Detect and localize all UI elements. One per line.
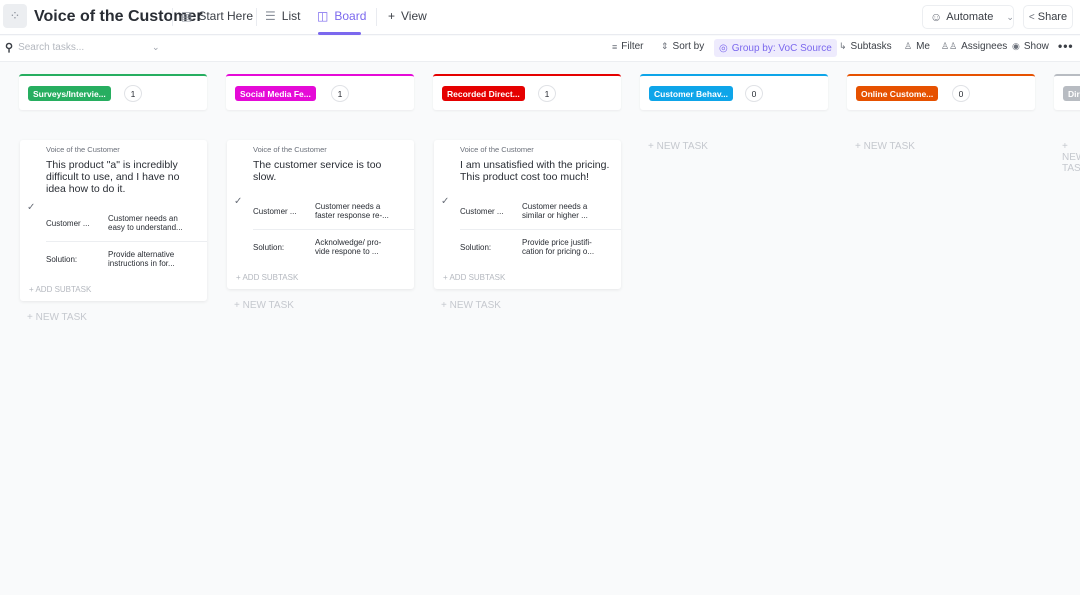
show-button[interactable]: ◉ Show: [1012, 41, 1049, 52]
share-icon: <: [1028, 11, 1035, 23]
eye-icon: ◉: [1012, 41, 1020, 51]
add-subtask-button[interactable]: + ADD SUBTASK: [236, 273, 298, 282]
custom-field-solution[interactable]: Solution: Provide alternative instructio…: [46, 250, 207, 286]
check-icon[interactable]: ✓: [27, 202, 35, 213]
subtasks-icon: ↳: [839, 41, 847, 51]
status-pill: Social Media Fe...: [235, 86, 316, 101]
add-view-button[interactable]: + View: [388, 9, 427, 23]
search-box[interactable]: ⚲ ⌄: [5, 41, 160, 54]
column-header[interactable]: Social Media Fe... 1: [226, 74, 414, 110]
task-count: 0: [745, 85, 763, 102]
divider: [376, 8, 377, 26]
add-subtask-button[interactable]: + ADD SUBTASK: [443, 273, 505, 282]
top-bar: ⁘ Voice of the Customer ▤ Start Here ☰ L…: [0, 0, 1080, 35]
check-icon[interactable]: ✓: [234, 196, 242, 207]
task-card[interactable]: Voice of the Customer This product "a" i…: [20, 140, 207, 301]
new-task-button[interactable]: + NEW TASK: [855, 141, 915, 152]
new-task-button[interactable]: + NEW TASK: [27, 312, 87, 323]
sort-icon: ⇕: [661, 41, 669, 51]
board-icon: ◫: [317, 9, 329, 23]
chevron-down-icon[interactable]: ⌄: [152, 42, 160, 53]
search-icon: ⚲: [5, 42, 14, 54]
column-header[interactable]: Dir: [1054, 74, 1080, 110]
page-title: Voice of the Customer: [34, 8, 203, 25]
divider: [460, 229, 621, 230]
column-header[interactable]: Recorded Direct... 1: [433, 74, 621, 110]
task-count: 1: [124, 85, 142, 102]
toolbar: ⚲ ⌄ ≡ Filter ⇕ Sort by ◎ Group by: VoC S…: [0, 36, 1080, 62]
divider: [172, 8, 173, 26]
users-icon: ♙♙: [941, 41, 958, 51]
new-task-button[interactable]: + NEW TASK: [234, 300, 294, 311]
automate-button[interactable]: ☺ Automate ⌄: [922, 5, 1014, 29]
doc-icon: ▤: [181, 9, 193, 23]
list-status-icon[interactable]: ⁘: [3, 4, 27, 28]
me-button[interactable]: ♙ Me: [904, 41, 930, 52]
status-pill: Surveys/Intervie...: [28, 86, 111, 101]
list-icon: ☰: [265, 9, 276, 23]
custom-field-solution[interactable]: Solution: Provide price justifi-cation f…: [460, 238, 621, 274]
robot-icon: ☺: [930, 10, 943, 24]
active-tab-indicator: [318, 32, 361, 35]
tab-start-here[interactable]: ▤ Start Here: [181, 9, 253, 23]
list-breadcrumb: Voice of the Customer: [460, 145, 534, 154]
task-count: 1: [331, 85, 349, 102]
divider: [256, 8, 257, 26]
divider: [253, 229, 414, 230]
filter-icon: ≡: [612, 41, 618, 52]
task-name[interactable]: The customer service is too slow.: [253, 159, 403, 183]
tab-board[interactable]: ◫ Board: [317, 9, 366, 23]
search-input[interactable]: [18, 42, 149, 53]
task-card[interactable]: Voice of the Customer The customer servi…: [227, 140, 414, 289]
plus-icon: +: [388, 9, 396, 23]
column-header[interactable]: Customer Behav... 0: [640, 74, 828, 110]
status-pill: Online Custome...: [856, 86, 939, 101]
add-subtask-button[interactable]: + ADD SUBTASK: [29, 285, 91, 294]
tab-list[interactable]: ☰ List: [265, 9, 300, 23]
list-breadcrumb: Voice of the Customer: [46, 145, 120, 154]
check-icon[interactable]: ✓: [441, 196, 449, 207]
status-pill: Customer Behav...: [649, 86, 734, 101]
task-count: 0: [952, 85, 970, 102]
custom-field-customer[interactable]: Customer ... Customer needs a faster res…: [253, 202, 414, 238]
column-header[interactable]: Online Custome... 0: [847, 74, 1035, 110]
custom-field-customer[interactable]: Customer ... Customer needs a similar or…: [460, 202, 621, 238]
subtasks-button[interactable]: ↳ Subtasks: [839, 41, 892, 52]
status-pill: Recorded Direct...: [442, 86, 525, 101]
share-button[interactable]: < Share: [1023, 5, 1073, 29]
list-breadcrumb: Voice of the Customer: [253, 145, 327, 154]
new-task-button[interactable]: + NEW TASK: [441, 300, 501, 311]
column-header[interactable]: Surveys/Intervie... 1: [19, 74, 207, 110]
task-count: 1: [538, 85, 556, 102]
more-options-icon[interactable]: •••: [1058, 39, 1074, 53]
layers-icon: ◎: [719, 42, 728, 54]
user-icon: ♙: [904, 41, 913, 51]
status-pill: Dir: [1063, 86, 1080, 101]
filter-button[interactable]: ≡ Filter: [612, 41, 644, 52]
new-task-button[interactable]: + NEW TASK: [648, 141, 708, 152]
custom-field-solution[interactable]: Solution: Acknolwedge/ pro-vide respone …: [253, 238, 414, 274]
sort-button[interactable]: ⇕ Sort by: [661, 41, 704, 52]
assignees-button[interactable]: ♙♙ Assignees: [941, 41, 1007, 52]
divider: [46, 241, 207, 242]
new-task-button[interactable]: + NEW TASK: [1062, 141, 1080, 174]
chevron-down-icon[interactable]: ⌄: [1006, 12, 1014, 23]
task-card[interactable]: Voice of the Customer I am unsatisfied w…: [434, 140, 621, 289]
custom-field-customer[interactable]: Customer ... Customer needs an easy to u…: [46, 214, 207, 250]
task-name[interactable]: This product "a" is incredibly difficult…: [46, 159, 196, 195]
group-by-button[interactable]: ◎ Group by: VoC Source: [714, 39, 837, 57]
task-name[interactable]: I am unsatisfied with the pricing. This …: [460, 159, 618, 183]
